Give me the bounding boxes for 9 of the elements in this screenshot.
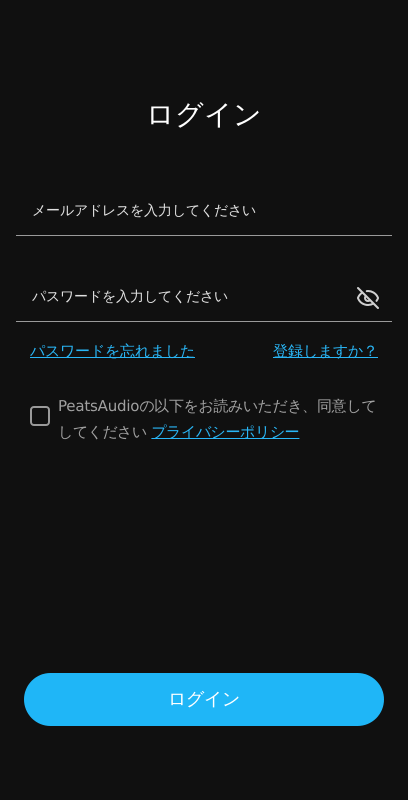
password-field[interactable]: パスワードを入力してください xyxy=(16,287,356,308)
email-field[interactable]: メールアドレスを入力してください xyxy=(16,201,392,222)
privacy-policy-link[interactable]: プライバシーポリシー xyxy=(151,422,300,440)
page-title: ログイン xyxy=(145,97,263,133)
agreement-checkbox[interactable] xyxy=(30,406,50,426)
agreement-text: PeatsAudioの以下をお読みいただき、同意してしてください プライバシーポリシー xyxy=(58,396,378,442)
eye-off-icon[interactable] xyxy=(356,286,380,310)
forgot-password-link[interactable]: パスワードを忘れました xyxy=(30,340,195,362)
register-link[interactable]: 登録しますか？ xyxy=(273,340,378,362)
